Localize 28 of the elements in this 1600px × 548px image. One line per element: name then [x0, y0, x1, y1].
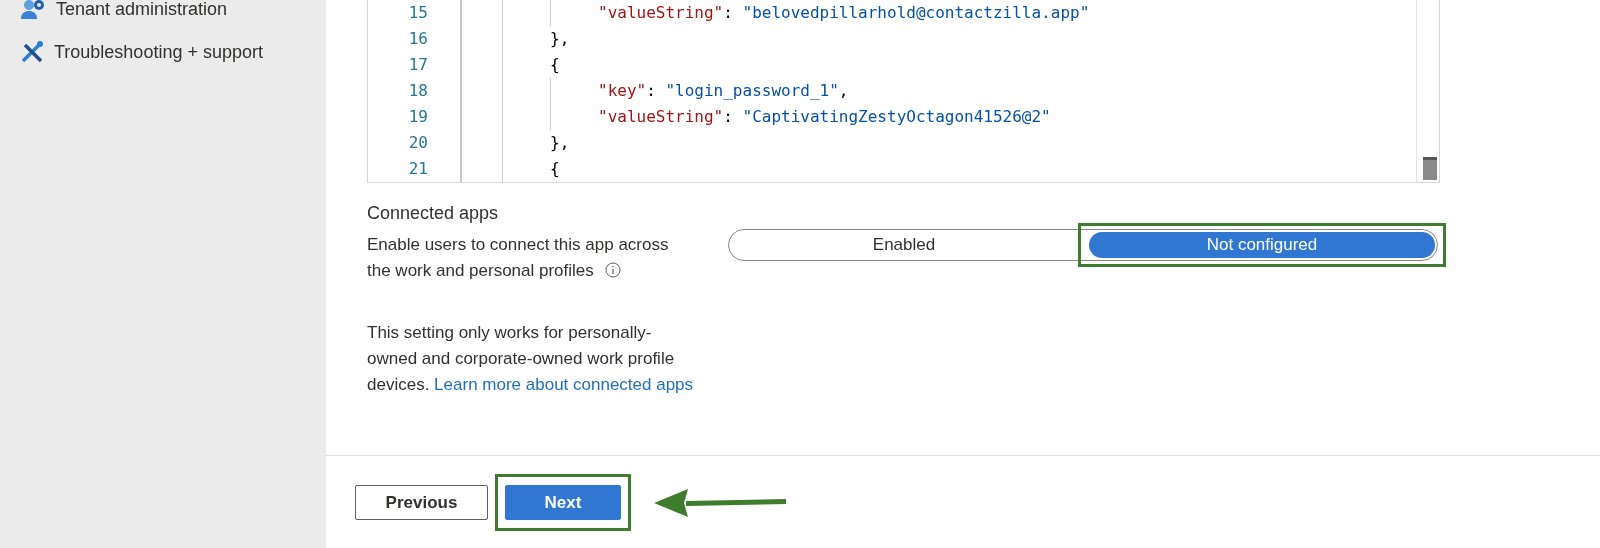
setting-note: This setting only works for personally-owned and corporate-owned work profile devices. Learn more about connected apps: [367, 322, 695, 396]
toggle-option[interactable]: Enabled: [731, 232, 1077, 258]
line-number: 21: [407, 158, 429, 180]
sidebar-item[interactable]: Tenant administration: [20, 0, 326, 20]
tools-icon: [20, 40, 44, 64]
sidebar-item[interactable]: Troubleshooting + support: [20, 40, 326, 64]
code-line: },: [550, 132, 570, 154]
next-button[interactable]: Next: [505, 485, 621, 520]
line-number: 19: [407, 106, 429, 128]
setting-label: Enable users to connect this app across the work and personal profiles: [367, 234, 670, 282]
previous-button[interactable]: Previous: [355, 485, 488, 520]
code-line: "valueString": "CaptivatingZestyOctagon41526@2": [598, 106, 1051, 128]
code-editor[interactable]: 15 16 17 18 19 20 21 "valueString": "belovedpillarhold@contactzilla.app" }, { "key": "login_password_1", "valueString": "CaptivatingZestyOctagon41526@2" }, {: [367, 0, 1440, 183]
code-line: {: [550, 54, 560, 76]
line-number: 18: [407, 80, 429, 102]
code-line: {: [550, 158, 560, 180]
code-line: },: [550, 28, 570, 50]
learn-more-link[interactable]: Learn more about connected apps: [434, 375, 694, 394]
line-number: 20: [407, 132, 429, 154]
info-icon[interactable]: [604, 262, 621, 278]
line-number: 16: [407, 28, 429, 50]
line-number: 17: [407, 54, 429, 76]
code-line: "key": "login_password_1",: [598, 80, 849, 102]
toggle-option[interactable]: Not configured: [1089, 232, 1435, 258]
scrollbar[interactable]: [1416, 0, 1439, 182]
code-line: "valueString": "belovedpillarhold@contactzilla.app": [598, 2, 1090, 24]
line-number: 15: [407, 2, 429, 24]
section-heading: Connected apps: [367, 203, 500, 224]
